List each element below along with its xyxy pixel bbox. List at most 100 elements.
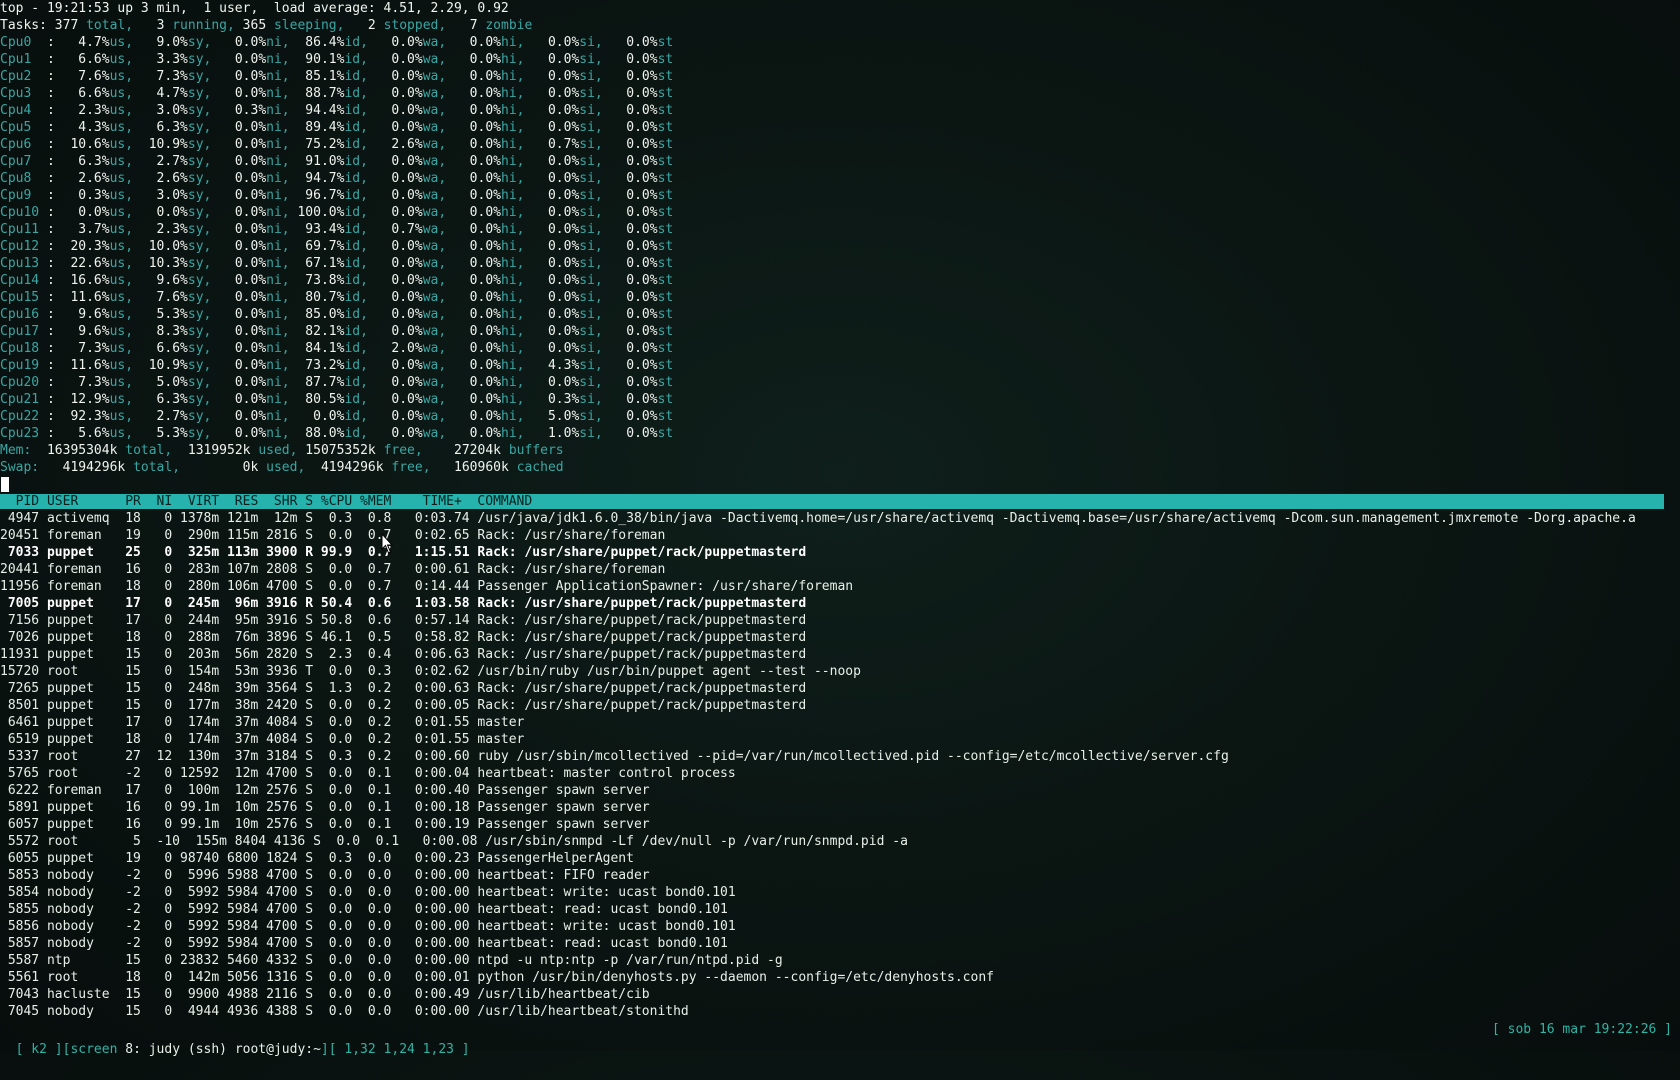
cpu-st: 0.0% (610, 290, 658, 305)
process-row[interactable]: 5855 nobody -2 0 5992 5984 4700 S 0.0 0.… (0, 901, 1680, 918)
cpu-ni: 0.0% (219, 392, 267, 407)
cpu-hi: 0.0% (454, 392, 501, 407)
cpu-wa-label: wa, (422, 35, 447, 50)
cpu-st-label: st (657, 375, 674, 390)
cpu-st: 0.0% (610, 35, 658, 50)
cpu-line: Cpu15 : 11.6%us, 7.6%sy, 0.0%ni, 80.7%id… (0, 290, 674, 305)
cpu-hi-label: hi, (501, 120, 525, 135)
cpu-hi-label: hi, (501, 103, 525, 118)
process-row[interactable]: 6055 puppet 19 0 98740 6800 1824 S 0.3 0… (0, 850, 1680, 867)
cpu-st-label: st (657, 392, 674, 407)
cpu-st-label: st (657, 154, 674, 169)
cpu-us-label: us, (109, 307, 134, 322)
process-row[interactable]: 6461 puppet 17 0 174m 37m 4084 S 0.0 0.2… (0, 714, 1680, 731)
tasks-label: Tasks: (0, 18, 47, 33)
cpu-st: 0.0% (610, 137, 658, 152)
process-row[interactable]: 5854 nobody -2 0 5992 5984 4700 S 0.0 0.… (0, 884, 1680, 901)
cpu-ni-label: ni, (266, 205, 290, 220)
cpu-ni-label: ni, (266, 324, 290, 339)
process-row[interactable]: 5857 nobody -2 0 5992 5984 4700 S 0.0 0.… (0, 935, 1680, 952)
process-row[interactable]: 7005 puppet 17 0 245m 96m 3916 R 50.4 0.… (0, 595, 1680, 612)
cpu-hi-label: hi, (501, 69, 525, 84)
cpu-hi: 0.0% (454, 324, 501, 339)
process-row[interactable]: 20441 foreman 16 0 283m 107m 2808 S 0.0 … (0, 561, 1680, 578)
process-row[interactable]: 4947 activemq 18 0 1378m 121m 12m S 0.3 … (0, 510, 1680, 527)
cpu-name: Cpu13 (0, 256, 47, 271)
process-row[interactable]: 5561 root 18 0 142m 5056 1316 S 0.0 0.0 … (0, 969, 1680, 986)
cpu-name: Cpu12 (0, 239, 47, 254)
cpu-sy-label: sy, (187, 256, 212, 271)
process-row[interactable]: 7033 puppet 25 0 325m 113m 3900 R 99.9 0… (0, 544, 1680, 561)
process-row[interactable]: 5572 root 5 -10 155m 8404 4136 S 0.0 0.1… (0, 833, 1680, 850)
process-row[interactable]: 8501 puppet 15 0 177m 38m 2420 S 0.0 0.2… (0, 697, 1680, 714)
process-row[interactable]: 7045 nobody 15 0 4944 4936 4388 S 0.0 0.… (0, 1003, 1680, 1020)
cpu-hi-label: hi, (501, 239, 525, 254)
process-row[interactable]: 11956 foreman 18 0 280m 106m 4700 S 0.0 … (0, 578, 1680, 595)
cpu-wa-label: wa, (422, 239, 447, 254)
cpu-us-label: us, (109, 120, 134, 135)
cpu-line: Cpu14 : 16.6%us, 9.6%sy, 0.0%ni, 73.8%id… (0, 273, 674, 288)
process-row[interactable]: 11931 puppet 15 0 203m 56m 2820 S 2.3 0.… (0, 646, 1680, 663)
cpu-sy-label: sy, (187, 171, 212, 186)
cpu-si-label: si, (579, 137, 603, 152)
process-row[interactable]: 15720 root 15 0 154m 53m 3936 T 0.0 0.3 … (0, 663, 1680, 680)
command-prompt-line[interactable] (0, 476, 1680, 493)
cpu-line: Cpu12 : 20.3%us, 10.0%sy, 0.0%ni, 69.7%i… (0, 239, 674, 254)
cpu-si: 0.0% (532, 375, 580, 390)
tasks-zombie: 7 (469, 18, 478, 33)
cpu-us-label: us, (109, 188, 134, 203)
process-row[interactable]: 7026 puppet 18 0 288m 76m 3896 S 46.1 0.… (0, 629, 1680, 646)
cpu-si: 0.0% (532, 290, 580, 305)
process-row[interactable]: 5587 ntp 15 0 23832 5460 4332 S 0.0 0.0 … (0, 952, 1680, 969)
cpu-id-label: id, (344, 307, 368, 322)
cpu-us: 9.6% (62, 324, 110, 339)
cpu-sy-label: sy, (187, 392, 212, 407)
cpu-id: 91.0% (297, 154, 345, 169)
mem-total: 16395304k (46, 443, 118, 458)
cpu-hi: 0.0% (454, 239, 501, 254)
cpu-us: 11.6% (62, 358, 110, 373)
cpu-hi: 0.0% (454, 375, 501, 390)
cpu-id: 80.5% (297, 392, 345, 407)
terminal-screen[interactable]: top - 19:21:53 up 3 min, 1 user, load av… (0, 0, 1680, 1020)
process-row[interactable]: 6057 puppet 16 0 99.1m 10m 2576 S 0.0 0.… (0, 816, 1680, 833)
process-row[interactable]: 5337 root 27 12 130m 37m 3184 S 0.3 0.2 … (0, 748, 1680, 765)
process-row[interactable]: 6519 puppet 18 0 174m 37m 4084 S 0.0 0.2… (0, 731, 1680, 748)
cpu-sy: 5.0% (140, 375, 188, 390)
cpu-ni: 0.0% (219, 35, 267, 50)
cpu-si-label: si, (579, 103, 603, 118)
cpu-id: 89.4% (297, 120, 345, 135)
process-row[interactable]: 6222 foreman 17 0 100m 12m 2576 S 0.0 0.… (0, 782, 1680, 799)
cpu-us-label: us, (109, 86, 134, 101)
process-row[interactable]: 7156 puppet 17 0 244m 95m 3916 S 50.8 0.… (0, 612, 1680, 629)
cpu-wa-label: wa, (422, 290, 447, 305)
tasks-stopped: 2 (367, 18, 376, 33)
cpu-sy: 5.3% (140, 307, 188, 322)
cpu-sy-label: sy, (187, 358, 212, 373)
cpu-si-label: si, (579, 222, 603, 237)
process-row[interactable]: 7265 puppet 15 0 248m 39m 3564 S 1.3 0.2… (0, 680, 1680, 697)
cpu-wa-label: wa, (422, 341, 447, 356)
process-row[interactable]: 5891 puppet 16 0 99.1m 10m 2576 S 0.0 0.… (0, 799, 1680, 816)
process-row[interactable]: 20451 foreman 19 0 290m 115m 2816 S 0.0 … (0, 527, 1680, 544)
process-row[interactable]: 7043 hacluste 15 0 9900 4988 2116 S 0.0 … (0, 986, 1680, 1003)
cpu-si: 0.7% (532, 137, 580, 152)
cpu-hi: 0.0% (454, 426, 501, 441)
cpu-st-label: st (657, 188, 674, 203)
cpu-id-label: id, (344, 426, 368, 441)
process-row[interactable]: 5765 root -2 0 12592 12m 4700 S 0.0 0.1 … (0, 765, 1680, 782)
cpu-name: Cpu8 (0, 171, 47, 186)
mem-total-label: total, (125, 443, 173, 458)
cpu-us: 11.6% (62, 290, 110, 305)
cpu-id: 100.0% (297, 205, 345, 220)
process-row[interactable]: 5856 nobody -2 0 5992 5984 4700 S 0.0 0.… (0, 918, 1680, 935)
cpu-id: 88.0% (297, 426, 345, 441)
cpu-us: 7.6% (62, 69, 110, 84)
process-list[interactable]: 4947 activemq 18 0 1378m 121m 12m S 0.3 … (0, 510, 1680, 1020)
cpu-line: Cpu3 : 6.6%us, 4.7%sy, 0.0%ni, 88.7%id, … (0, 86, 674, 101)
cpu-wa-label: wa, (422, 188, 447, 203)
cpu-ni-label: ni, (266, 86, 290, 101)
mem-label: Mem: (0, 443, 32, 458)
process-row[interactable]: 5853 nobody -2 0 5996 5988 4700 S 0.0 0.… (0, 867, 1680, 884)
cpu-hi-label: hi, (501, 86, 525, 101)
